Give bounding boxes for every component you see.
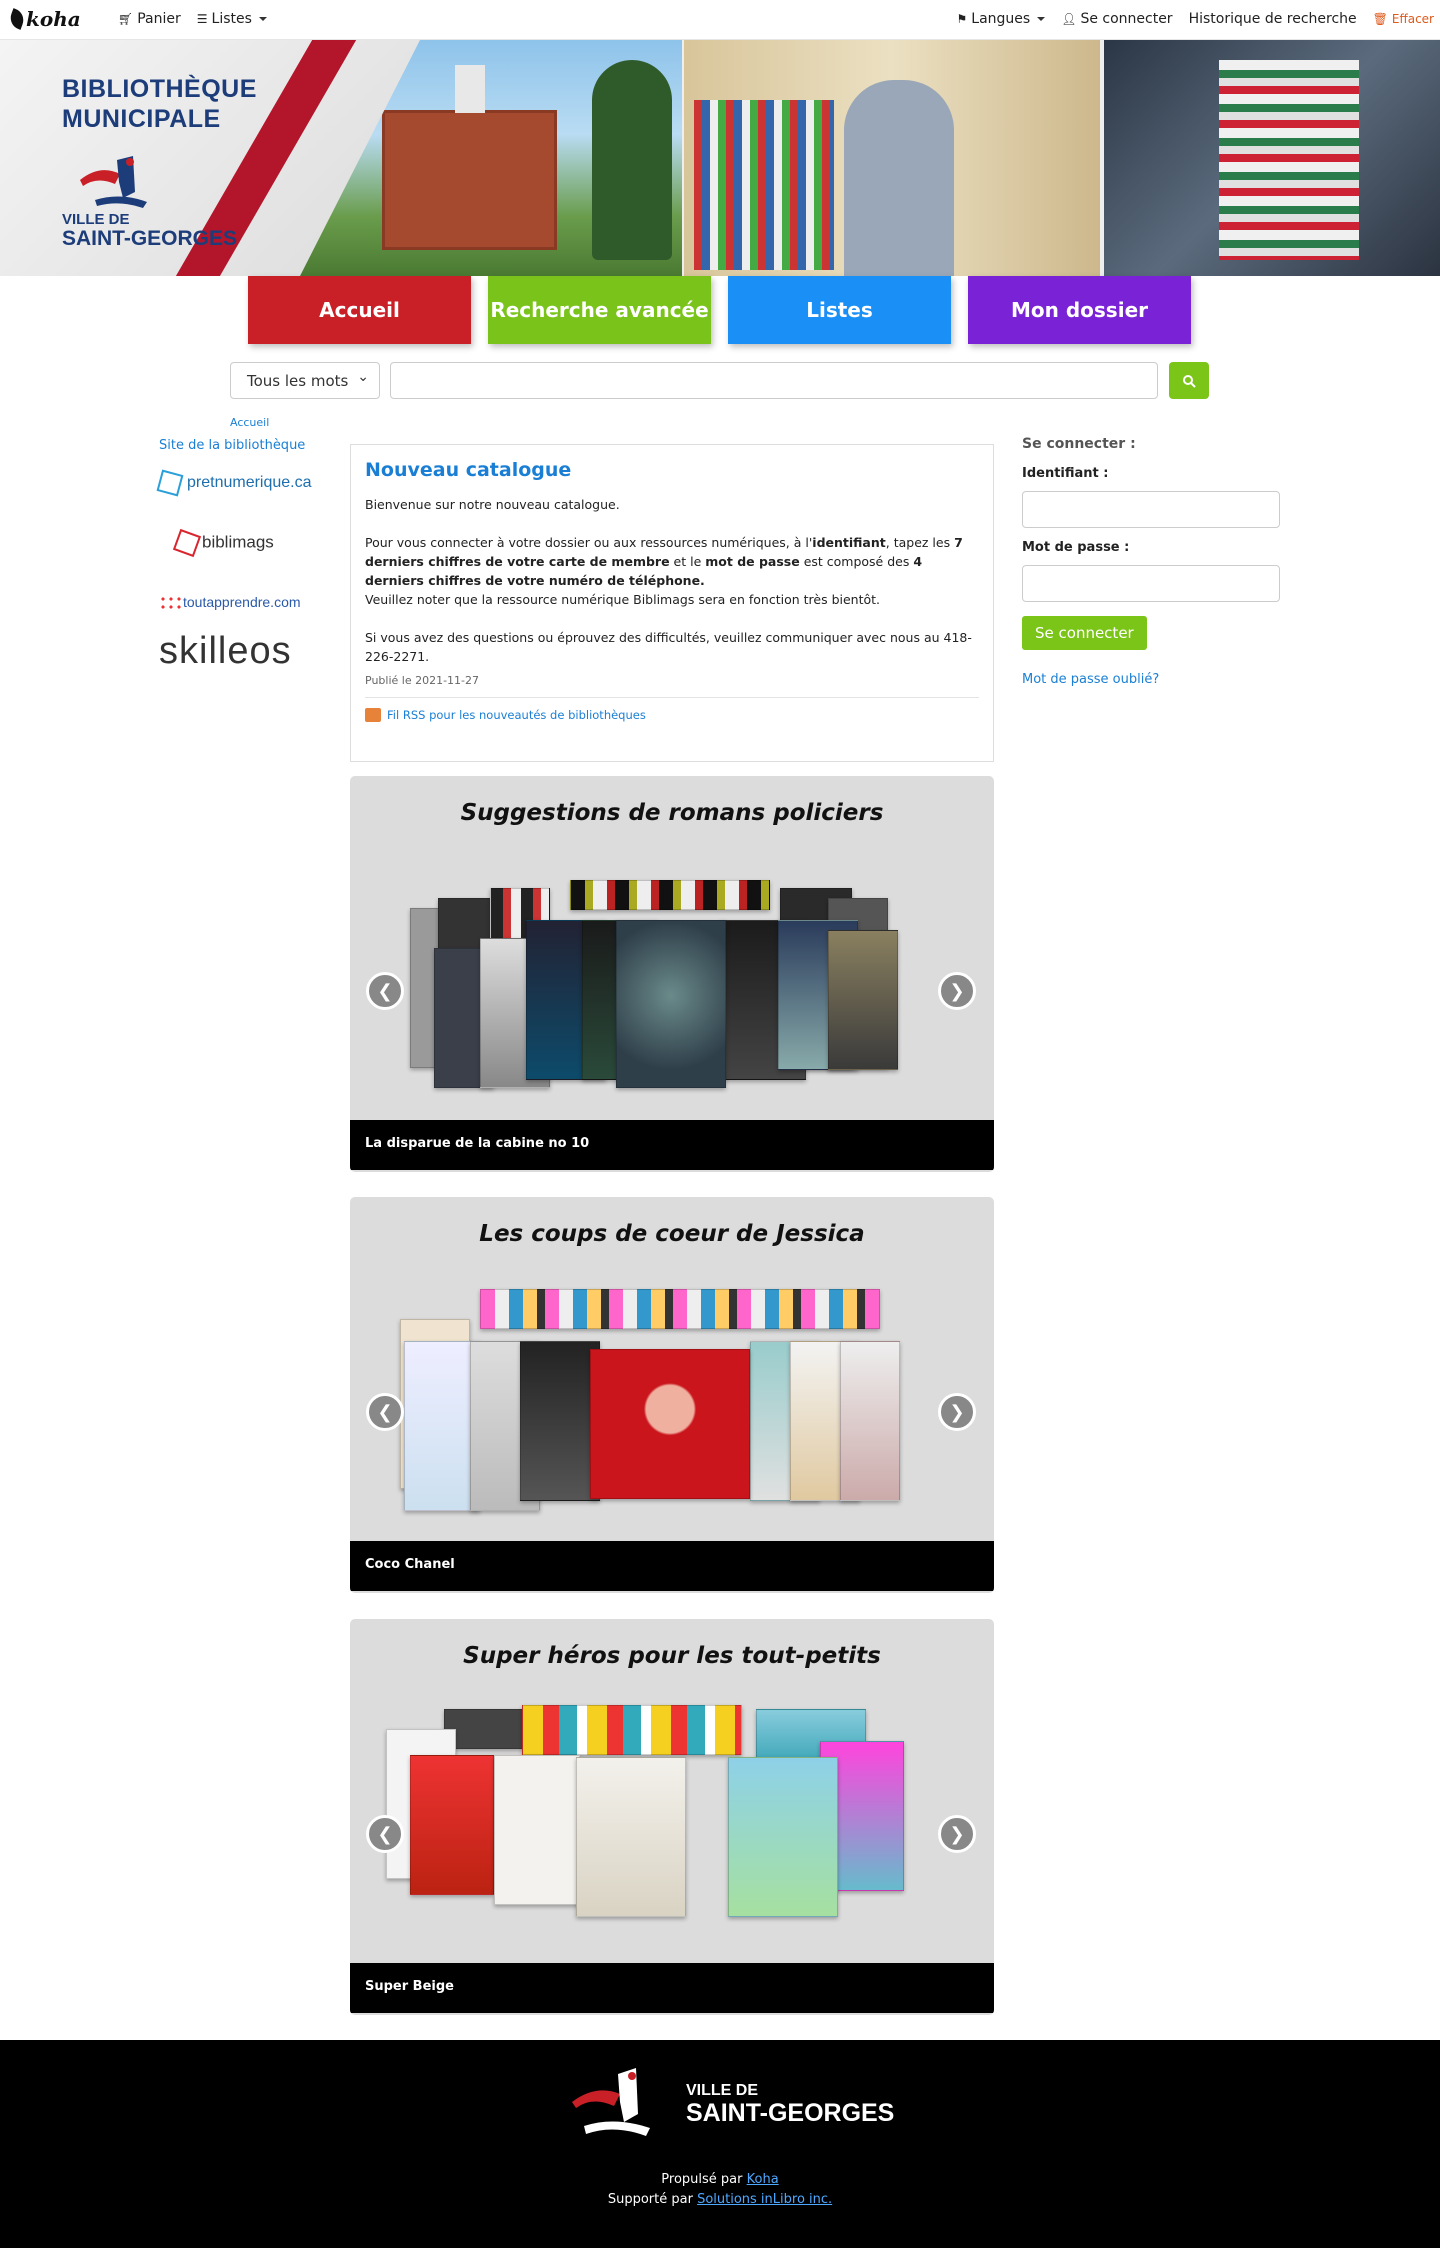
login-button[interactable]: Se connecter xyxy=(1022,616,1147,650)
carousel-crime-novels: Suggestions de romans policiers ❮ ❯ La d… xyxy=(350,776,994,1172)
pretnumerique-logo[interactable]: pretnumerique.ca xyxy=(156,469,312,497)
nav-advanced-search-button[interactable]: Recherche avancée xyxy=(488,276,711,344)
footer: VILLE DE SAINT-GEORGES Propulsé par Koha… xyxy=(0,2040,1440,2248)
news-instructions: Pour vous connecter à votre dossier ou a… xyxy=(365,535,963,588)
library-banner: BIBLIOTHÈQUE MUNICIPALE VILLE DE SAINT-G… xyxy=(0,40,1440,276)
carousel-caption: Super Beige xyxy=(350,1963,994,2013)
carousel-prev-button[interactable]: ❮ xyxy=(366,1393,404,1431)
library-site-link[interactable]: Site de la bibliothèque xyxy=(159,438,305,453)
caret-down-icon xyxy=(1037,17,1046,21)
koha-logo[interactable]: koha xyxy=(7,7,81,31)
news-biblimags-note: Veuillez noter que la ressource numériqu… xyxy=(365,592,881,607)
nav-home-button[interactable]: Accueil xyxy=(248,276,471,344)
nav-lists-button[interactable]: Listes xyxy=(728,276,951,344)
book-cover[interactable] xyxy=(480,1289,880,1329)
list-icon: ☰ xyxy=(196,12,208,26)
ville-logo-text: VILLE DE SAINT-GEORGES xyxy=(62,211,238,250)
login-panel: Se connecter : Identifiant : Mot de pass… xyxy=(1022,436,1282,687)
library-title: BIBLIOTHÈQUE MUNICIPALE xyxy=(62,75,257,133)
book-cover[interactable] xyxy=(404,1341,480,1511)
child-reading-photo xyxy=(684,40,1100,276)
flag-icon: ⚑ xyxy=(956,12,968,26)
book-cover[interactable] xyxy=(570,880,770,910)
book-cover[interactable] xyxy=(616,920,726,1088)
search-button[interactable] xyxy=(1169,362,1209,399)
carousel-next-button[interactable]: ❯ xyxy=(938,1393,976,1431)
caret-down-icon xyxy=(258,17,267,21)
book-cover[interactable] xyxy=(520,1341,600,1501)
rss-icon xyxy=(365,708,381,722)
user-icon: 👤︎ xyxy=(1061,12,1077,26)
news-published-date: Publié le 2021-11-27 xyxy=(365,674,480,687)
password-label: Mot de passe : xyxy=(1022,540,1130,555)
carousel-jessica-picks: Les coups de coeur de Jessica ❮ ❯ Coco C… xyxy=(350,1197,994,1593)
pretnumerique-icon xyxy=(156,469,184,497)
cover-flow: ❮ ❯ xyxy=(350,1289,994,1545)
skilleos-logo[interactable]: skilleos xyxy=(159,630,292,673)
search-scope-select[interactable]: Tous les mots xyxy=(230,362,380,399)
nav-account-button[interactable]: Mon dossier xyxy=(968,276,1191,344)
book-cover[interactable] xyxy=(522,1705,742,1755)
carousel-next-button[interactable]: ❯ xyxy=(938,972,976,1010)
footer-ville-logo: VILLE DE SAINT-GEORGES xyxy=(686,2082,895,2127)
toutapprendre-logo[interactable]: toutapprendre.com xyxy=(159,594,301,612)
knight-crest-icon xyxy=(80,156,147,208)
search-bar: Tous les mots xyxy=(230,362,1209,399)
inlibro-link[interactable]: Solutions inLibro inc. xyxy=(697,2192,832,2207)
book-cover[interactable] xyxy=(728,1757,838,1917)
cover-flow: ❮ ❯ xyxy=(350,1705,994,1967)
book-stack-photo xyxy=(1104,40,1440,276)
book-cover[interactable] xyxy=(828,930,898,1070)
lists-dropdown[interactable]: ☰ Listes xyxy=(197,11,267,27)
book-cover[interactable] xyxy=(410,1755,494,1895)
biblimags-logo[interactable]: biblimags xyxy=(172,528,274,558)
login-heading: Se connecter : xyxy=(1022,436,1136,452)
news-title: Nouveau catalogue xyxy=(365,459,572,481)
koha-leaf-icon xyxy=(7,8,27,30)
password-field[interactable] xyxy=(1022,565,1280,602)
languages-dropdown[interactable]: ⚑ Langues xyxy=(957,11,1046,27)
carousel-caption: Coco Chanel xyxy=(350,1541,994,1591)
carousel-prev-button[interactable]: ❮ xyxy=(366,1815,404,1853)
login-link[interactable]: 👤︎ Se connecter xyxy=(1061,11,1172,27)
carousel-title: Suggestions de romans policiers xyxy=(460,800,884,826)
trash-icon: 🗑︎ xyxy=(1372,12,1388,26)
news-box: Nouveau catalogue Bienvenue sur notre no… xyxy=(350,444,994,762)
search-history-link[interactable]: Historique de recherche xyxy=(1189,11,1357,27)
cart-link[interactable]: 🛒︎ Panier xyxy=(118,11,181,27)
carousel-prev-button[interactable]: ❮ xyxy=(366,972,404,1010)
username-field[interactable] xyxy=(1022,491,1280,528)
carousel-title: Les coups de coeur de Jessica xyxy=(479,1221,865,1247)
book-cover[interactable] xyxy=(444,1709,524,1749)
carousel-caption: La disparue de la cabine no 10 xyxy=(350,1120,994,1170)
forgot-password-link[interactable]: Mot de passe oublié? xyxy=(1022,672,1282,687)
carousel-title: Super héros pour les tout-petits xyxy=(463,1643,881,1669)
breadcrumb[interactable]: Accueil xyxy=(230,416,269,429)
cover-flow: ❮ ❯ xyxy=(350,868,994,1124)
toutapprendre-icon xyxy=(159,595,183,612)
news-welcome: Bienvenue sur notre nouveau catalogue. xyxy=(365,497,620,512)
footer-credits: Propulsé par Koha Supporté par Solutions… xyxy=(607,2172,833,2207)
main-navigation: Accueil Recherche avancée Listes Mon dos… xyxy=(248,276,1191,344)
koha-link[interactable]: Koha xyxy=(747,2172,779,2187)
username-label: Identifiant : xyxy=(1022,466,1109,481)
top-navbar: koha 🛒︎ Panier ☰ Listes ⚑ Langues 👤︎ Se conn… xyxy=(0,0,1440,40)
carousel-superheroes: Super héros pour les tout-petits ❮ ❯ Sup… xyxy=(350,1619,994,2015)
clear-history-link[interactable]: 🗑︎ Effacer xyxy=(1373,12,1434,26)
cart-icon: 🛒︎ xyxy=(118,12,134,26)
search-input[interactable] xyxy=(390,362,1158,399)
rss-link[interactable]: Fil RSS pour les nouveautés de bibliothè… xyxy=(365,697,979,722)
biblimags-icon xyxy=(172,528,202,558)
book-cover[interactable] xyxy=(576,1757,686,1917)
book-cover[interactable] xyxy=(840,1341,900,1501)
carousel-next-button[interactable]: ❯ xyxy=(938,1815,976,1853)
book-cover[interactable] xyxy=(590,1349,750,1499)
search-icon xyxy=(1183,374,1196,388)
news-contact: Si vous avez des questions ou éprouvez d… xyxy=(365,630,972,664)
book-cover[interactable] xyxy=(494,1755,580,1905)
knight-crest-icon xyxy=(572,2068,650,2136)
